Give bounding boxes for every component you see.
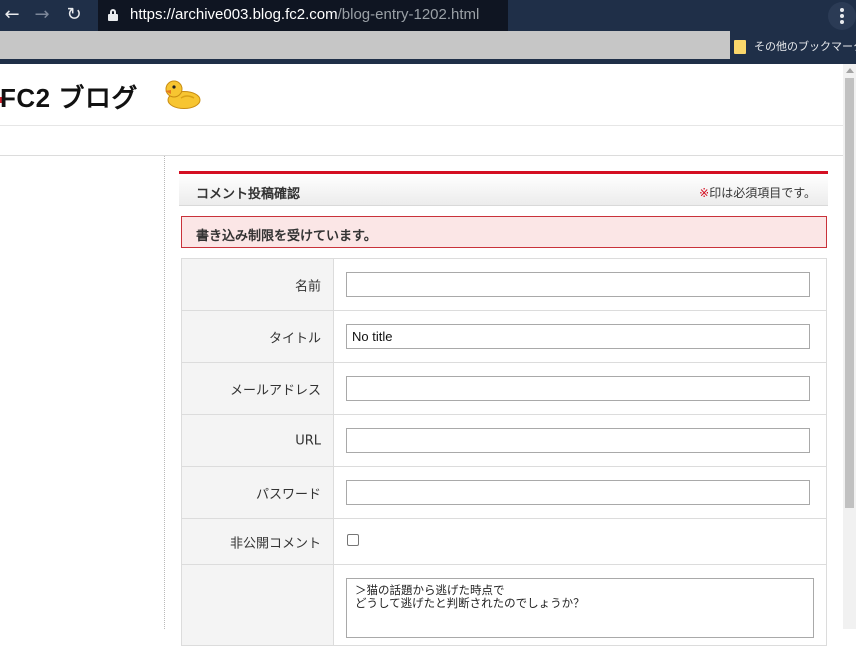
row-url: URL: [182, 415, 826, 467]
row-private: 非公開コメント: [182, 519, 826, 565]
email-input[interactable]: [346, 376, 810, 401]
title-label: タイトル: [268, 331, 321, 346]
bookmark-folder-label: その他のブックマーク: [754, 40, 856, 53]
site-header: FC2 ブログ: [0, 64, 843, 126]
error-alert: 書き込み制限を受けています。: [181, 216, 827, 248]
page-content: FC2 ブログ コメント投稿確認 ※印は必須項目です。 書き込み制限を受けていま…: [0, 64, 856, 646]
lock-icon: [108, 9, 118, 21]
row-email: メールアドレス: [182, 363, 826, 415]
title-input[interactable]: [346, 324, 810, 349]
address-bar[interactable]: https://archive003.blog.fc2.com/blog-ent…: [98, 0, 508, 31]
scroll-thumb[interactable]: [845, 78, 854, 508]
name-label: 名前: [294, 279, 321, 294]
url-text: https://archive003.blog.fc2.com/blog-ent…: [130, 0, 479, 30]
row-name: 名前: [182, 259, 826, 311]
required-mark: ※: [699, 186, 710, 200]
forward-arrow-icon[interactable]: →: [30, 4, 54, 26]
bookmarks-bar: その他のブックマーク: [0, 31, 856, 64]
site-logo[interactable]: FC2 ブログ: [0, 78, 138, 115]
page-scrollbar[interactable]: [843, 64, 856, 629]
private-label: 非公開コメント: [229, 536, 321, 551]
folder-icon: [734, 40, 746, 54]
email-label: メールアドレス: [229, 383, 321, 398]
scroll-up-arrow-icon[interactable]: [846, 68, 854, 73]
reload-icon[interactable]: ↻: [62, 4, 86, 26]
form-table: 名前 タイトル メールアドレス URL パスワード 非公開コメント: [181, 258, 827, 646]
bookmarks-strip: [0, 31, 730, 59]
sub-navigation: [0, 127, 843, 156]
password-label: パスワード: [255, 487, 321, 502]
section-header: コメント投稿確認 ※印は必須項目です。: [179, 171, 828, 206]
alert-text: 書き込み制限を受けています。: [196, 229, 377, 244]
row-body: ＞猫の話題から逃げた時点で どうして逃げたと判断されたのでしょうか？: [182, 565, 826, 645]
section-title: コメント投稿確認: [196, 187, 301, 202]
required-note-text: 印は必須項目です。: [709, 186, 816, 200]
duck-icon: [165, 80, 201, 109]
row-password: パスワード: [182, 467, 826, 519]
password-input[interactable]: [346, 480, 810, 505]
required-note: ※印は必須項目です。: [699, 184, 816, 201]
private-comment-checkbox[interactable]: [347, 534, 359, 546]
sidebar-divider: [164, 156, 165, 629]
browser-menu-icon[interactable]: [828, 2, 856, 30]
row-title: タイトル: [182, 311, 826, 363]
other-bookmarks-folder[interactable]: その他のブックマーク: [734, 37, 856, 57]
url-input[interactable]: [346, 428, 810, 453]
name-input[interactable]: [346, 272, 810, 297]
browser-toolbar: ← → ↻ https://archive003.blog.fc2.com/bl…: [0, 0, 856, 31]
back-arrow-icon[interactable]: ←: [0, 4, 24, 26]
url-host: https://archive003.blog.fc2.com: [130, 6, 338, 23]
url-path: /blog-entry-1202.html: [337, 6, 480, 23]
comment-body-textarea[interactable]: ＞猫の話題から逃げた時点で どうして逃げたと判断されたのでしょうか？: [346, 578, 814, 638]
url-label: URL: [295, 433, 321, 448]
